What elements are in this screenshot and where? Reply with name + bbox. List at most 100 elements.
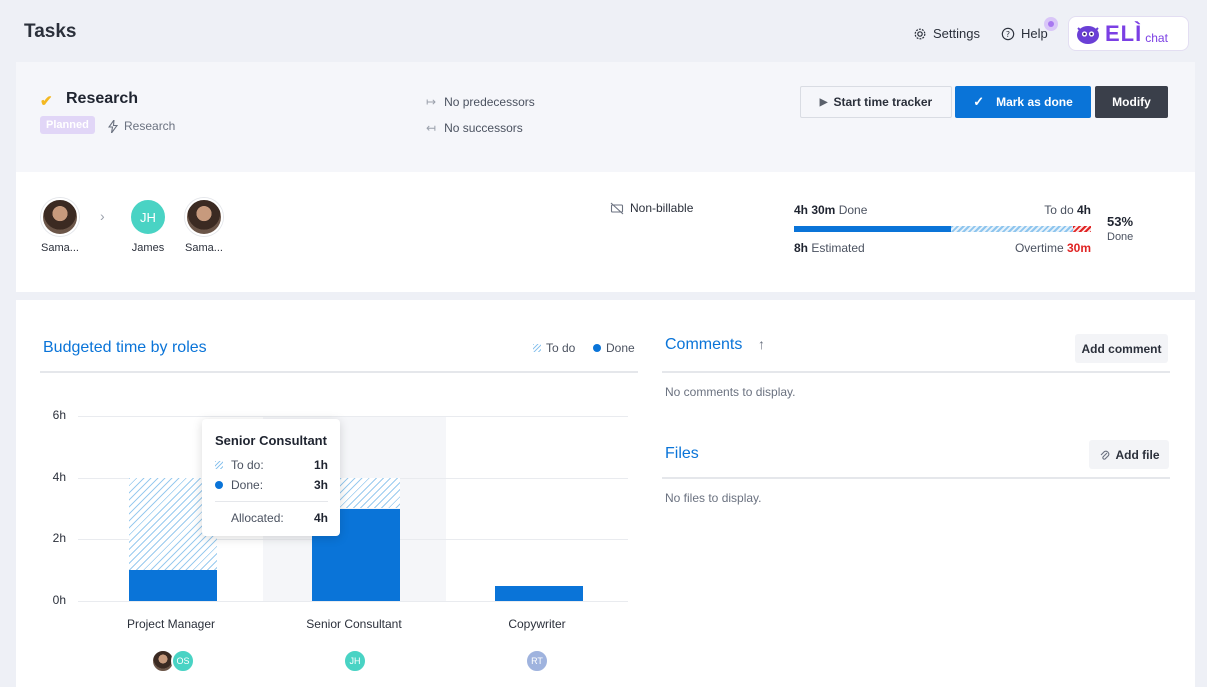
- status-badge-label: Planned: [46, 119, 89, 131]
- billing-status: Non-billable: [610, 201, 693, 215]
- assignee-name: Sama...: [41, 242, 79, 254]
- x-label-senior-consultant: Senior Consultant: [306, 617, 402, 631]
- tooltip-allocated-value: 4h: [313, 511, 328, 525]
- play-icon: ▶: [819, 96, 828, 108]
- done-percent-label: Done: [1107, 231, 1134, 243]
- overtime-value: 30m: [1066, 241, 1091, 255]
- start-time-tracker-button[interactable]: ▶ Start time tracker: [800, 86, 952, 118]
- role-avatar-rt[interactable]: RT: [525, 649, 549, 673]
- modify-label: Modify: [1112, 95, 1151, 109]
- checkmark-icon: ✔: [40, 93, 53, 110]
- comments-empty-message: No comments to display.: [665, 385, 796, 399]
- gear-icon: [914, 28, 926, 39]
- assignee-2[interactable]: JH James: [118, 198, 178, 254]
- x-label-copywriter: Copywriter: [508, 617, 566, 631]
- successors-label: No successors: [444, 121, 523, 135]
- overtime-label: Overtime: [1014, 241, 1064, 255]
- hatch-swatch-icon: [215, 461, 223, 469]
- help-label: Help: [1021, 26, 1048, 41]
- todo-time-label: To do: [1044, 203, 1074, 217]
- add-file-button[interactable]: Add file: [1089, 440, 1169, 469]
- files-divider: [662, 477, 1170, 479]
- files-empty-message: No files to display.: [665, 491, 762, 505]
- no-money-icon: [610, 202, 624, 214]
- status-badge: Planned: [40, 116, 95, 134]
- tooltip-title: Senior Consultant: [215, 433, 327, 448]
- assignee-3[interactable]: Sama...: [174, 198, 234, 254]
- add-comment-label: Add comment: [1081, 341, 1162, 356]
- settings-label: Settings: [933, 26, 980, 41]
- progress-done-fill: [794, 226, 951, 232]
- svg-text:?: ?: [1006, 30, 1010, 39]
- done-percent: 53%: [1107, 214, 1134, 229]
- progress-bottom-row: 8h Estimated Overtime 30m: [794, 241, 1091, 255]
- add-file-label: Add file: [1115, 447, 1160, 462]
- notification-dot: [1044, 17, 1058, 31]
- files-title: Files: [665, 445, 699, 462]
- comments-divider: [662, 371, 1170, 373]
- tooltip-allocated-label: Allocated:: [231, 511, 284, 525]
- estimated-value: 8h: [794, 241, 809, 255]
- top-bar: Tasks Settings ? Help ELÌ chat: [0, 0, 1207, 62]
- start-time-tracker-label: Start time tracker: [833, 95, 933, 109]
- settings-link[interactable]: Settings: [913, 26, 980, 41]
- role-avatar-jh[interactable]: JH: [343, 649, 367, 673]
- bar-done[interactable]: [495, 585, 584, 601]
- page-title: Tasks: [24, 21, 77, 42]
- legend-todo-label: To do: [546, 341, 576, 355]
- check-icon: ✓: [973, 94, 985, 109]
- todo-time-value: 4h: [1076, 203, 1091, 217]
- role-avatar-os[interactable]: OS: [171, 649, 195, 673]
- billing-label: Non-billable: [630, 201, 694, 215]
- legend-done[interactable]: Done: [593, 341, 635, 355]
- avatar: JH: [129, 198, 167, 236]
- arrow-right-bar-icon: ↦: [426, 95, 437, 109]
- task-info-card: Sama... › JH James Sama... Non-billable …: [16, 172, 1195, 292]
- assignee-name: Sama...: [185, 242, 223, 254]
- time-progress-bar: [794, 226, 1091, 232]
- bar-done[interactable]: [128, 570, 217, 601]
- tooltip-divider: [215, 501, 328, 502]
- arrow-left-bar-icon: ↤: [426, 121, 437, 135]
- dot-swatch-icon: [593, 344, 601, 352]
- hatch-swatch-icon: [533, 344, 541, 352]
- dot-swatch-icon: [215, 481, 223, 489]
- legend-done-label: Done: [606, 341, 635, 355]
- task-title: Research: [66, 90, 139, 107]
- paperclip-icon: [1100, 450, 1109, 460]
- progress-overtime-fill: [1073, 226, 1091, 232]
- chevron-right-icon: ›: [100, 208, 105, 224]
- legend-todo[interactable]: To do: [533, 341, 575, 355]
- mark-as-done-button[interactable]: ✓ Mark as done: [955, 86, 1091, 118]
- add-comment-button[interactable]: Add comment: [1075, 334, 1168, 363]
- progress-top-row: 4h 30m Done To do 4h: [794, 203, 1091, 217]
- predecessors-info: ↦ No predecessors: [426, 95, 535, 109]
- help-link[interactable]: ? Help: [1001, 26, 1048, 41]
- predecessors-label: No predecessors: [444, 95, 535, 109]
- tooltip-todo-label: To do:: [231, 458, 264, 472]
- modify-button[interactable]: Modify: [1095, 86, 1168, 118]
- tooltip-done-label: Done:: [231, 478, 264, 492]
- y-tick-label: 6h: [52, 408, 66, 422]
- assignee-1[interactable]: Sama...: [30, 198, 90, 254]
- eli-chat-button[interactable]: ELÌ chat: [1068, 16, 1189, 51]
- tooltip-done-value: 3h: [313, 478, 328, 492]
- eli-chat-text: chat: [1145, 30, 1168, 45]
- comments-title: Comments: [665, 336, 743, 353]
- eli-logo-text: ELÌ: [1105, 20, 1143, 46]
- task-category: Research: [108, 119, 175, 133]
- y-tick-label: 2h: [52, 531, 66, 546]
- eli-mascot-icon: [1077, 25, 1099, 44]
- grid-line: [78, 601, 628, 602]
- question-circle-icon: ?: [1001, 27, 1015, 40]
- arrow-up-icon[interactable]: ↑: [758, 336, 765, 352]
- estimated-label: Estimated: [811, 241, 865, 255]
- tooltip-todo-row: To do: 1h: [215, 455, 328, 475]
- tooltip-todo-value: 1h: [313, 458, 328, 472]
- progress-todo-fill: [951, 226, 1073, 232]
- x-label-project-manager: Project Manager: [126, 617, 216, 631]
- main-card: Budgeted time by roles To do Done 0h 2h 4h…: [16, 300, 1195, 687]
- done-time-label: Done: [838, 203, 868, 217]
- mark-as-done-label: Mark as done: [996, 95, 1073, 109]
- grid-line: [78, 416, 628, 417]
